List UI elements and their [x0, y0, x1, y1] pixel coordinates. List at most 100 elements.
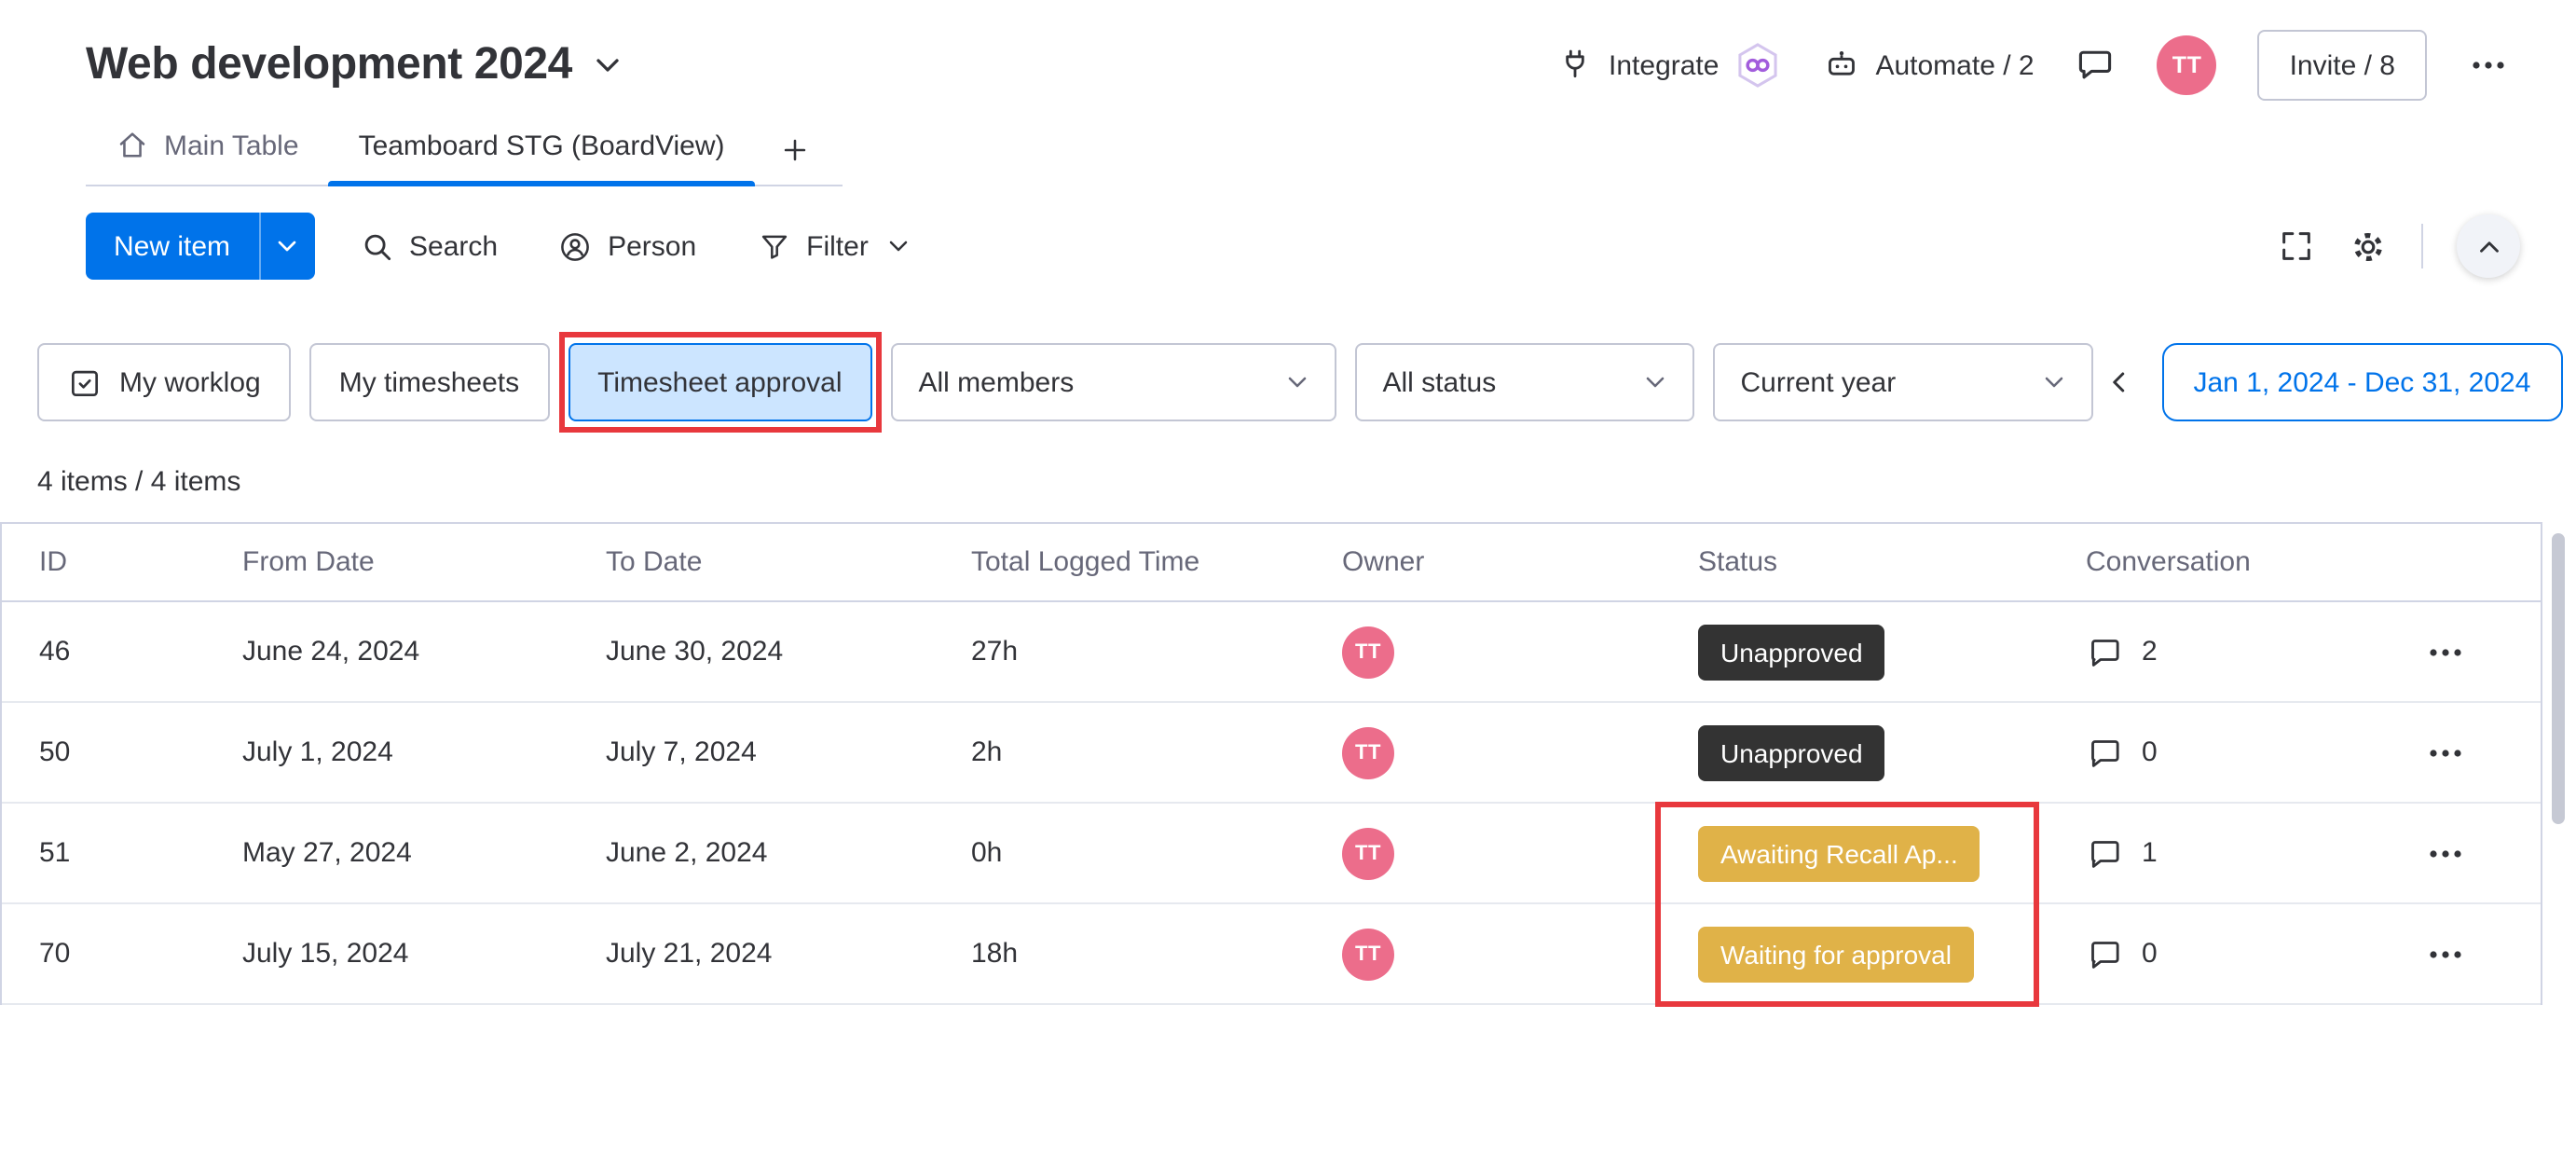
chevron-down-icon	[884, 231, 913, 261]
column-header-owner[interactable]: Owner	[1342, 546, 1698, 578]
column-header-to-date[interactable]: To Date	[606, 546, 971, 578]
owner-avatar[interactable]: TT	[1342, 626, 1394, 678]
conversation-count: 0	[2142, 938, 2158, 970]
status-badge[interactable]: Awaiting Recall Ap...	[1698, 825, 1980, 881]
table-row[interactable]: 70 July 15, 2024 July 21, 2024 18h TT Wa…	[2, 904, 2541, 1005]
user-avatar[interactable]: TT	[2157, 35, 2217, 95]
date-range-button[interactable]: Jan 1, 2024 - Dec 31, 2024	[2161, 343, 2563, 421]
cell-id: 70	[39, 938, 71, 970]
add-tab-button[interactable]	[755, 123, 835, 185]
settings-gear-icon[interactable]	[2349, 227, 2388, 266]
cell-id: 46	[39, 636, 71, 667]
cell-id: 51	[39, 837, 71, 869]
table-row[interactable]: 50 July 1, 2024 July 7, 2024 2h TT Unapp…	[2, 703, 2541, 804]
filter-button[interactable]: Filter	[741, 217, 928, 275]
table-header-row: ID From Date To Date Total Logged Time O…	[2, 524, 2541, 602]
period-value: Current year	[1740, 366, 1897, 398]
column-header-conversation[interactable]: Conversation	[2063, 546, 2444, 578]
worklog-calendar-icon	[67, 365, 103, 400]
new-item-button[interactable]: New item	[86, 213, 258, 280]
collapse-toolbar-button[interactable]	[2457, 214, 2520, 278]
my-timesheets-button[interactable]: My timesheets	[308, 343, 550, 421]
invite-button[interactable]: Invite / 8	[2257, 30, 2427, 101]
cell-total-logged-time: 0h	[971, 837, 1003, 869]
integrate-button[interactable]: Integrate	[1556, 41, 1782, 89]
toolbar-right	[2278, 214, 2520, 278]
page-title: Web development 2024	[86, 39, 572, 89]
integrate-icon	[1556, 47, 1594, 84]
chat-bubble-icon	[2086, 834, 2123, 872]
cell-status: Unapproved	[1698, 724, 2063, 780]
conversation-cell[interactable]: 0	[2063, 935, 2444, 972]
cell-from-date: June 24, 2024	[242, 636, 420, 667]
conversation-count: 2	[2142, 636, 2158, 667]
cell-total-logged-time: 27h	[971, 636, 1019, 667]
owner-avatar[interactable]: TT	[1342, 827, 1394, 879]
column-header-total-logged-time[interactable]: Total Logged Time	[971, 546, 1342, 578]
cell-total-logged-time: 2h	[971, 736, 1003, 768]
chevron-down-icon[interactable]	[589, 47, 626, 84]
row-menu-button[interactable]	[2425, 732, 2541, 773]
board-title-wrap[interactable]: Web development 2024	[86, 39, 626, 91]
owner-avatar[interactable]: TT	[1342, 726, 1394, 778]
automate-label: Automate / 2	[1875, 49, 2035, 81]
search-button[interactable]: Search	[344, 217, 513, 275]
cell-to-date: July 7, 2024	[606, 736, 757, 768]
row-menu-button[interactable]	[2425, 631, 2541, 672]
filter-label: Filter	[806, 230, 869, 262]
toolbar-left: New item Search Person Filter	[86, 213, 928, 280]
status-badge[interactable]: Waiting for approval	[1698, 926, 1974, 982]
new-item-dropdown-button[interactable]	[258, 213, 314, 280]
search-icon	[359, 228, 394, 264]
cell-status: Awaiting Recall Ap...	[1698, 825, 2063, 881]
cell-to-date: July 21, 2024	[606, 938, 773, 970]
automate-icon	[1823, 47, 1860, 84]
conversation-cell[interactable]: 0	[2063, 734, 2444, 771]
table-row[interactable]: 51 May 27, 2024 June 2, 2024 0h TT Await…	[2, 804, 2541, 904]
timesheet-approval-button[interactable]: Timesheet approval	[558, 332, 882, 433]
column-header-id[interactable]: ID	[39, 546, 242, 578]
tab-teamboard-stg[interactable]: Teamboard STG (BoardView)	[328, 114, 756, 186]
status-badge[interactable]: Unapproved	[1698, 724, 1885, 780]
board-tabs: Main Table Teamboard STG (BoardView)	[86, 112, 843, 186]
header-actions: Integrate Automate / 2 TT Invite / 8	[1556, 30, 2509, 101]
automate-button[interactable]: Automate / 2	[1823, 47, 2035, 84]
chevron-left-icon[interactable]	[2093, 349, 2145, 416]
members-dropdown[interactable]: All members	[890, 343, 1336, 421]
cell-owner: TT	[1342, 726, 1698, 778]
chat-bubble-icon	[2086, 935, 2123, 972]
date-navigation: Jan 1, 2024 - Dec 31, 2024	[2093, 343, 2576, 421]
integration-hexagon-badge	[1733, 41, 1782, 89]
chat-bubble-icon	[2086, 633, 2123, 670]
vertical-scrollbar[interactable]	[2552, 533, 2565, 824]
column-header-from-date[interactable]: From Date	[242, 546, 606, 578]
row-menu-button[interactable]	[2425, 933, 2541, 974]
cell-owner: TT	[1342, 626, 1698, 678]
status-badge[interactable]: Unapproved	[1698, 624, 1885, 680]
tab-main-table[interactable]: Main Table	[86, 112, 329, 185]
conversation-count: 1	[2142, 837, 2158, 869]
timesheet-table: ID From Date To Date Total Logged Time O…	[0, 522, 2542, 1007]
my-timesheets-label: My timesheets	[338, 366, 520, 398]
row-menu-button[interactable]	[2425, 833, 2541, 874]
status-dropdown[interactable]: All status	[1354, 343, 1694, 421]
conversation-cell[interactable]: 2	[2063, 633, 2444, 670]
cell-id: 50	[39, 736, 71, 768]
person-icon	[557, 228, 593, 264]
chevron-down-icon	[1640, 367, 1670, 397]
table-row[interactable]: 46 June 24, 2024 June 30, 2024 27h TT Un…	[2, 602, 2541, 703]
period-dropdown[interactable]: Current year	[1712, 343, 2093, 421]
person-filter-button[interactable]: Person	[542, 217, 711, 275]
timesheet-approval-label: Timesheet approval	[597, 366, 843, 398]
conversation-cell[interactable]: 1	[2063, 834, 2444, 872]
chat-bubble-icon[interactable]	[2076, 45, 2117, 86]
my-worklog-button[interactable]: My worklog	[37, 343, 291, 421]
more-options-button[interactable]	[2468, 45, 2509, 86]
owner-avatar[interactable]: TT	[1342, 928, 1394, 980]
fullscreen-icon[interactable]	[2278, 227, 2315, 265]
column-header-status[interactable]: Status	[1698, 546, 2063, 578]
board-page: Web development 2024 Integrate Automate …	[0, 0, 2576, 1156]
plus-icon	[779, 134, 811, 166]
cell-from-date: July 1, 2024	[242, 736, 393, 768]
filter-icon	[756, 228, 791, 264]
